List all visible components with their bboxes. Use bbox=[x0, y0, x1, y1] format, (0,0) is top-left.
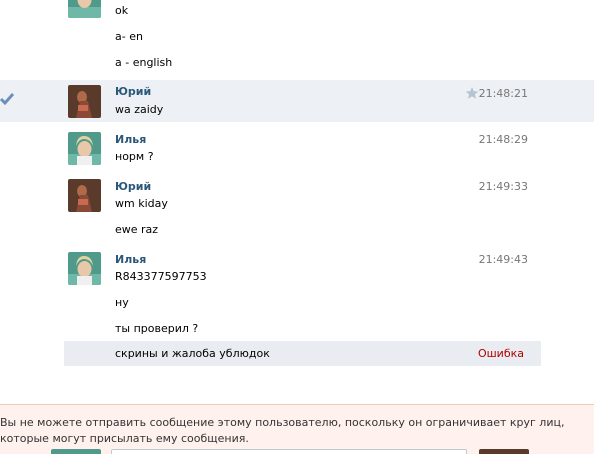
message-line: a- en bbox=[115, 30, 143, 43]
message-line: ok bbox=[115, 4, 129, 17]
message-text: ты проверил ? bbox=[115, 322, 199, 335]
message-time: 21:48:21 bbox=[478, 87, 528, 100]
author-name[interactable]: Илья bbox=[115, 133, 146, 146]
author-name[interactable]: Илья bbox=[115, 253, 146, 266]
star-icon[interactable] bbox=[465, 86, 479, 103]
message-text: ewe raz bbox=[115, 223, 159, 236]
avatar[interactable] bbox=[68, 179, 101, 212]
error-status[interactable]: Ошибка bbox=[478, 347, 524, 360]
avatar[interactable] bbox=[68, 132, 101, 165]
chat-history: ok a- en a - english Юрий wa zaidy 21:48… bbox=[0, 0, 594, 454]
author-name[interactable]: Юрий bbox=[115, 85, 151, 98]
message-text: wa zaidy bbox=[115, 103, 164, 116]
my-avatar bbox=[51, 449, 101, 454]
message-time: 21:49:33 bbox=[478, 180, 528, 193]
recipient-avatar bbox=[479, 449, 529, 454]
check-icon[interactable] bbox=[0, 92, 15, 109]
message-line: a - english bbox=[115, 56, 173, 69]
restriction-text: Вы не можете отправить сообщение этому п… bbox=[0, 416, 565, 445]
avatar[interactable] bbox=[68, 85, 101, 118]
message-time: 21:49:43 bbox=[478, 253, 528, 266]
restriction-notice: Вы не можете отправить сообщение этому п… bbox=[0, 404, 594, 454]
message-text: ну bbox=[115, 296, 129, 309]
message-time: 21:48:29 bbox=[478, 133, 528, 146]
message-text: wm kiday bbox=[115, 197, 168, 210]
message-text: R843377597753 bbox=[115, 270, 207, 283]
avatar[interactable] bbox=[68, 252, 101, 285]
avatar[interactable] bbox=[68, 0, 101, 18]
message-text: норм ? bbox=[115, 150, 154, 163]
author-name[interactable]: Юрий bbox=[115, 180, 151, 193]
message-text: скрины и жалоба ублюдок bbox=[115, 347, 270, 360]
message-input[interactable] bbox=[111, 449, 467, 454]
